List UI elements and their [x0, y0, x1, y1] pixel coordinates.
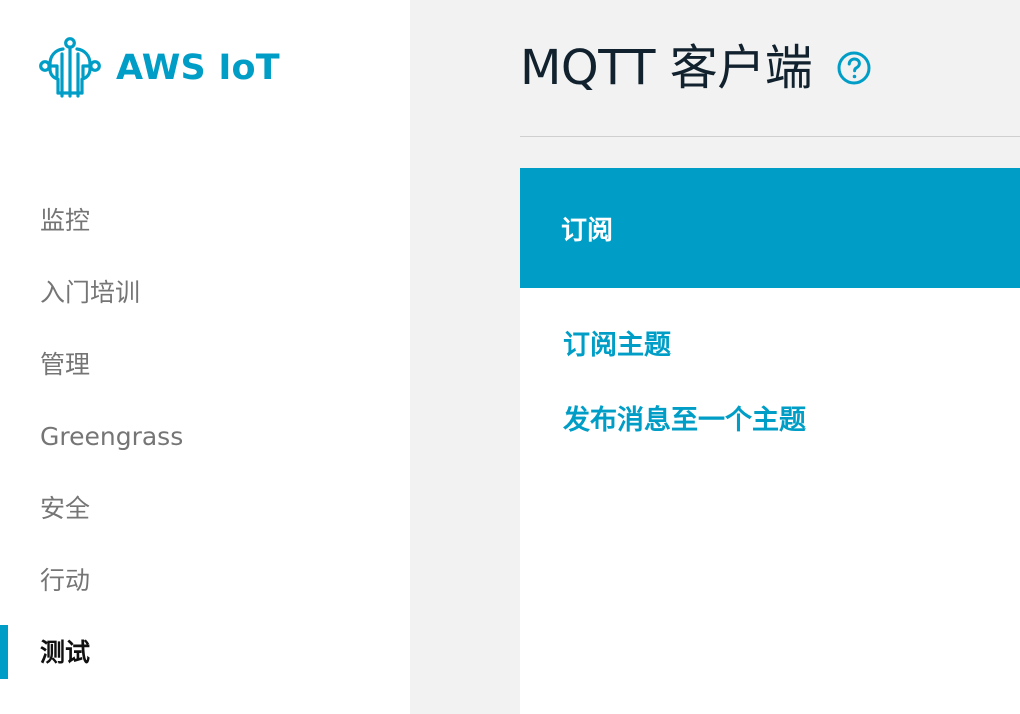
aws-iot-brain-icon [39, 37, 101, 98]
aws-iot-console: AWS IoT 监控 入门培训 管理 Greengrass 安全 行动 测试 M… [0, 0, 1020, 714]
sidebar-item-label: 测试 [40, 637, 91, 667]
header-divider [520, 136, 1020, 137]
sidebar-item-greengrass[interactable]: Greengrass [0, 400, 410, 472]
page-header: MQTT 客户端 [520, 32, 872, 104]
sidebar-item-manage[interactable]: 管理 [0, 328, 410, 400]
sidebar-item-label: 监控 [40, 205, 91, 235]
sidebar: AWS IoT 监控 入门培训 管理 Greengrass 安全 行动 测试 [0, 0, 410, 714]
sidebar-item-label: 行动 [40, 565, 91, 595]
sidebar-item-actions[interactable]: 行动 [0, 544, 410, 616]
sidebar-item-label: 入门培训 [40, 277, 141, 307]
mqtt-subscribe-panel: 订阅 订阅主题 发布消息至一个主题 [520, 168, 1020, 714]
subscribe-panel-header: 订阅 [520, 168, 1020, 288]
main-content: MQTT 客户端 订阅 订阅主题 发布消息至一个主题 [410, 0, 1020, 714]
brand-name: AWS IoT [116, 48, 280, 88]
sidebar-item-label: 管理 [40, 349, 91, 379]
publish-topic-link[interactable]: 发布消息至一个主题 [563, 407, 1020, 434]
sidebar-item-label: 安全 [40, 493, 91, 523]
sidebar-navigation: 监控 入门培训 管理 Greengrass 安全 行动 测试 [0, 184, 410, 688]
sidebar-item-test[interactable]: 测试 [0, 616, 410, 688]
sidebar-item-onboarding[interactable]: 入门培训 [0, 256, 410, 328]
sidebar-item-label: Greengrass [40, 421, 184, 451]
brand[interactable]: AWS IoT [38, 36, 280, 100]
subscribe-topic-link[interactable]: 订阅主题 [563, 332, 1020, 359]
sidebar-item-security[interactable]: 安全 [0, 472, 410, 544]
subscribe-panel-links: 订阅主题 发布消息至一个主题 [520, 288, 1020, 434]
sidebar-item-monitor[interactable]: 监控 [0, 184, 410, 256]
page-title: MQTT 客户端 [520, 40, 813, 96]
help-circle-icon[interactable] [836, 50, 872, 86]
